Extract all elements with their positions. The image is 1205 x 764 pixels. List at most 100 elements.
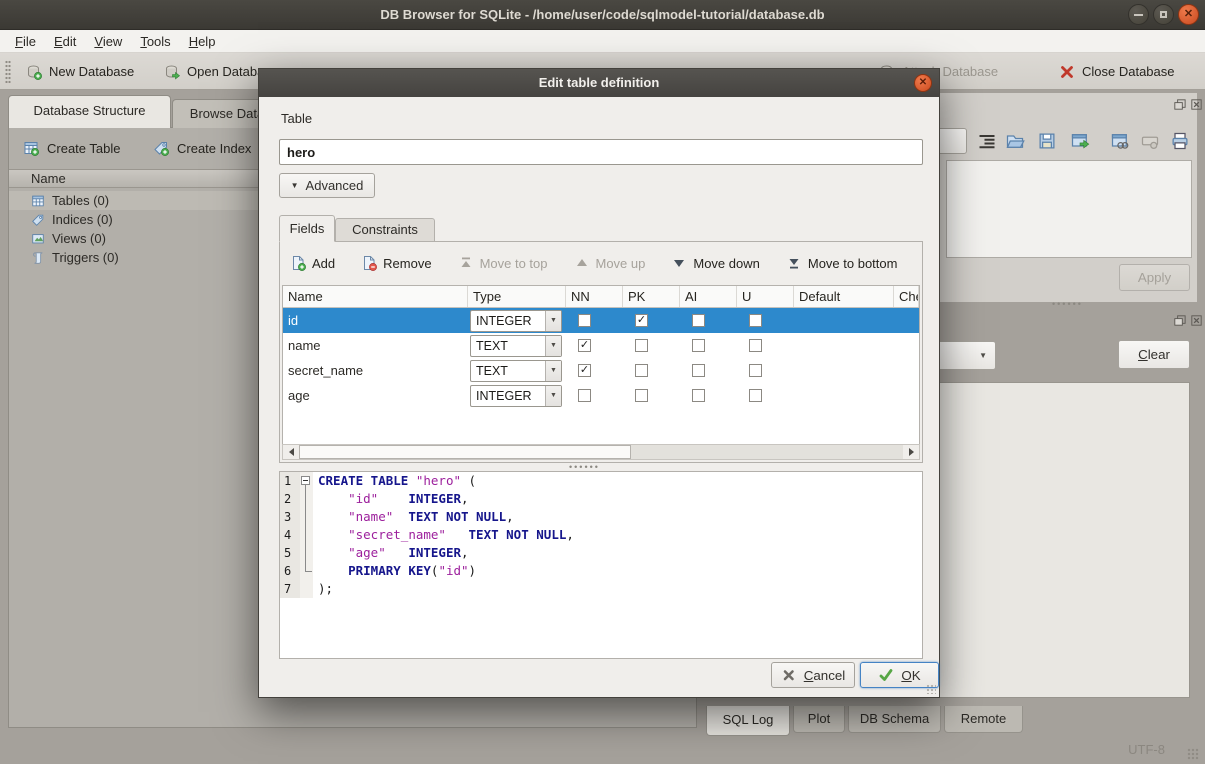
column-header-pk[interactable]: PK [623, 286, 680, 307]
column-header-nn[interactable]: NN [566, 286, 623, 307]
field-row-secret-name[interactable]: secret_nameTEXT▼✓ [283, 358, 919, 383]
fold-line [305, 526, 306, 544]
type-combobox[interactable]: INTEGER▼ [470, 310, 562, 332]
pk-checkbox[interactable] [635, 389, 648, 402]
column-header-type[interactable]: Type [468, 286, 566, 307]
dock-splitter-handle[interactable]: •••••• [1052, 299, 1083, 309]
nn-checkbox[interactable] [578, 389, 591, 402]
pk-checkbox[interactable] [635, 339, 648, 352]
toolbar-new-database-button[interactable]: New Database [20, 58, 140, 85]
create-index-button[interactable]: Create Index [149, 135, 255, 161]
field-ai-cell [680, 308, 737, 333]
fold-margin[interactable] [300, 472, 313, 490]
ai-checkbox[interactable] [692, 389, 705, 402]
chevron-down-icon: ▼ [979, 351, 987, 360]
move-to-bottom-button[interactable]: Move to bottom [786, 255, 898, 271]
u-checkbox[interactable] [749, 339, 762, 352]
dialog-tab-fields[interactable]: Fields [279, 215, 335, 242]
bottom-tab-db-schema[interactable]: DB Schema [848, 706, 941, 733]
remove-button[interactable]: Remove [361, 255, 431, 271]
move-down-button[interactable]: Move down [671, 255, 759, 271]
action-label: Move to top [480, 256, 548, 271]
bottom-tab-sql-log[interactable]: SQL Log [706, 706, 790, 736]
column-header-name[interactable]: Name [283, 286, 468, 307]
clear-log-button[interactable]: Clear [1118, 340, 1190, 369]
cell-toolbar-import-icon[interactable] [1005, 131, 1025, 151]
sql-code-text: "id" INTEGER, [313, 490, 469, 508]
add-button[interactable]: Add [290, 255, 335, 271]
nn-checkbox[interactable]: ✓ [578, 339, 591, 352]
ai-checkbox[interactable] [692, 364, 705, 377]
cell-toolbar-mode-icon[interactable] [977, 131, 997, 151]
dock-close-button[interactable] [1189, 97, 1204, 112]
toolbar-grip[interactable] [5, 60, 11, 83]
menu-item-edit[interactable]: Edit [45, 30, 85, 53]
nn-checkbox[interactable] [578, 314, 591, 327]
dialog-tab-constraints[interactable]: Constraints [335, 218, 435, 242]
create-index-icon [153, 140, 169, 156]
type-combobox[interactable]: TEXT▼ [470, 360, 562, 382]
fields-tab-pane: Add Remove Move to top Move up Move down Move… [279, 241, 923, 463]
close-window-button[interactable]: ✕ [1178, 4, 1199, 25]
column-header-default[interactable]: Default [794, 286, 894, 307]
cell-toolbar-print-icon[interactable] [1170, 131, 1190, 151]
bottom-tab-plot[interactable]: Plot [793, 706, 845, 733]
sql-preview-editor[interactable]: 1CREATE TABLE "hero" (2 "id" INTEGER,3 "… [279, 471, 923, 659]
maximize-button[interactable] [1153, 4, 1174, 25]
scroll-right-arrow[interactable] [903, 445, 919, 459]
scrollbar-thumb[interactable] [299, 445, 631, 459]
minimize-button[interactable] [1128, 4, 1149, 25]
window-resize-grip[interactable] [1187, 748, 1199, 760]
cancel-button[interactable]: Cancel [771, 662, 855, 688]
ai-checkbox[interactable] [692, 314, 705, 327]
tab-database-structure[interactable]: Database Structure [8, 95, 171, 128]
advanced-button[interactable]: ▼ Advanced [279, 173, 375, 198]
fields-horizontal-scrollbar[interactable] [282, 444, 920, 460]
dialog-titlebar[interactable]: Edit table definition ✕ [259, 69, 939, 97]
scroll-left-arrow[interactable] [283, 445, 299, 459]
pk-checkbox[interactable] [635, 364, 648, 377]
menu-item-view[interactable]: View [85, 30, 131, 53]
window-titlebar[interactable]: DB Browser for SQLite - /home/user/code/… [0, 0, 1205, 30]
field-row-age[interactable]: ageINTEGER▼ [283, 383, 919, 408]
fold-collapse-icon[interactable] [301, 476, 310, 485]
ai-checkbox[interactable] [692, 339, 705, 352]
dialog-splitter-handle[interactable]: •••••• [569, 462, 600, 472]
nn-checkbox[interactable]: ✓ [578, 364, 591, 377]
menu-item-file[interactable]: File [6, 30, 45, 53]
menu-item-tools[interactable]: Tools [131, 30, 179, 53]
cell-toolbar-null-icon[interactable] [1140, 131, 1160, 151]
cell-toolbar-export-icon[interactable] [1070, 131, 1090, 151]
column-header-u[interactable]: U [737, 286, 794, 307]
move-to-top-button[interactable]: Move to top [458, 255, 548, 271]
type-combobox-value: TEXT [471, 364, 545, 378]
u-checkbox[interactable] [749, 314, 762, 327]
scrollbar-track[interactable] [299, 445, 903, 459]
dock2-float-button[interactable] [1172, 313, 1187, 328]
u-checkbox[interactable] [749, 364, 762, 377]
u-checkbox[interactable] [749, 389, 762, 402]
create-table-icon [23, 140, 39, 156]
field-row-id[interactable]: idINTEGER▼✓ [283, 308, 919, 333]
create-table-button[interactable]: Create Table [19, 135, 124, 161]
type-combobox[interactable]: INTEGER▼ [470, 385, 562, 407]
dock-float-button[interactable] [1172, 97, 1187, 112]
pk-checkbox[interactable]: ✓ [635, 314, 648, 327]
toolbar-close-database-button[interactable]: Close Database [1053, 58, 1181, 85]
field-row-name[interactable]: nameTEXT▼✓ [283, 333, 919, 358]
column-header-ai[interactable]: AI [680, 286, 737, 307]
type-combobox[interactable]: TEXT▼ [470, 335, 562, 357]
apply-button[interactable]: Apply [1119, 264, 1190, 291]
move-up-button[interactable]: Move up [574, 255, 646, 271]
dialog-close-button[interactable]: ✕ [914, 74, 932, 92]
dock2-close-button[interactable] [1189, 313, 1204, 328]
bottom-tab-remote[interactable]: Remote [944, 706, 1023, 733]
field-ai-cell [680, 358, 737, 383]
cell-toolbar-save-icon[interactable] [1037, 131, 1057, 151]
column-header-check[interactable]: Check [894, 286, 919, 307]
menu-item-help[interactable]: Help [180, 30, 225, 53]
table-name-input[interactable] [279, 139, 923, 165]
cell-toolbar-link-icon[interactable] [1110, 131, 1130, 151]
dialog-resize-grip[interactable] [926, 684, 936, 694]
cell-editor-area[interactable] [946, 160, 1192, 258]
